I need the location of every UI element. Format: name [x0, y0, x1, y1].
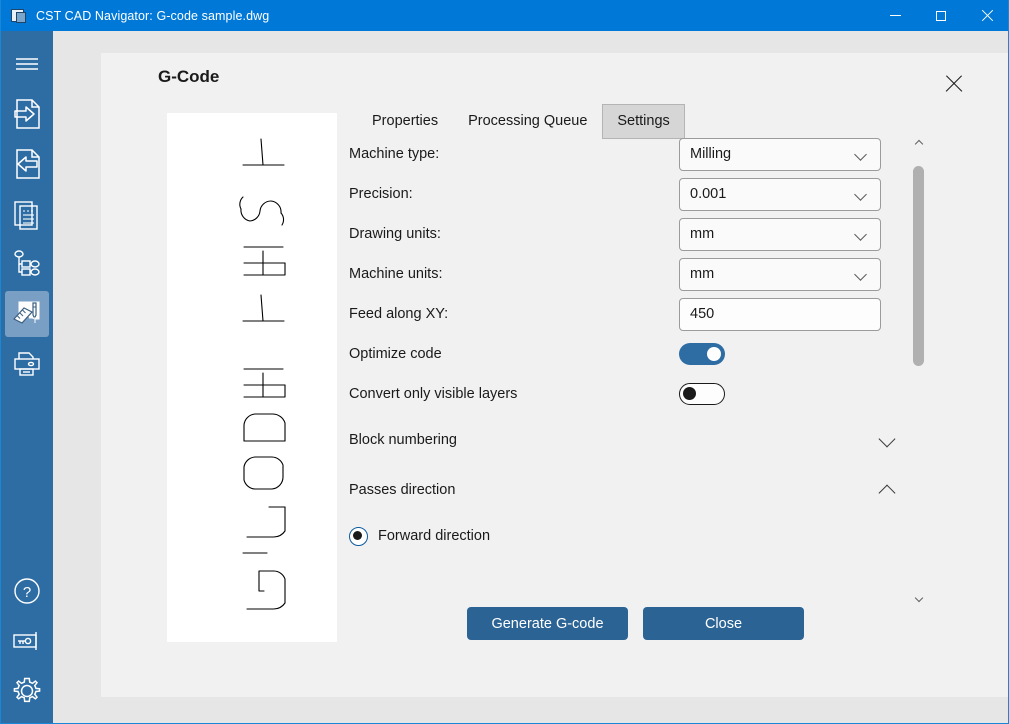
passes-direction-label: Passes direction	[349, 482, 878, 498]
machine-type-row: Machine type: Milling	[349, 137, 912, 171]
drawing-tools-icon	[12, 299, 42, 329]
dialog-title: G-Code	[158, 67, 219, 87]
structure-tree-icon	[12, 248, 42, 280]
export-file-icon	[12, 148, 42, 180]
chevron-up-icon	[878, 481, 896, 499]
feed-along-xy-row: Feed along XY: 450	[349, 297, 912, 331]
chevron-down-icon	[854, 267, 868, 281]
convert-visible-layers-row: Convert only visible layers	[349, 377, 912, 411]
feed-along-xy-input[interactable]: 450	[679, 298, 881, 331]
documents-icon	[12, 198, 42, 230]
window-title: CST CAD Navigator: G-code sample.dwg	[36, 9, 269, 23]
section-block-numbering[interactable]: Block numbering	[341, 420, 904, 460]
import-file-icon	[12, 98, 42, 130]
scrollbar-thumb[interactable]	[913, 166, 924, 366]
feed-along-xy-value: 450	[690, 306, 872, 322]
left-sidebar: ?	[1, 31, 53, 724]
forward-direction-option[interactable]: Forward direction	[349, 521, 749, 551]
section-passes-direction[interactable]: Passes direction	[341, 470, 904, 510]
sidebar-item-license[interactable]	[1, 616, 53, 666]
minimize-icon	[890, 15, 901, 16]
sidebar-item-documents[interactable]	[1, 189, 53, 239]
printer-icon	[12, 349, 42, 379]
title-bar: CST CAD Navigator: G-code sample.dwg	[1, 0, 1009, 31]
feed-along-xy-label: Feed along XY:	[349, 306, 679, 322]
gcode-dialog: G-Code	[101, 53, 1009, 697]
sidebar-item-import[interactable]	[1, 89, 53, 139]
maximize-button[interactable]	[918, 0, 964, 31]
settings-form: Machine type: Milling Precision: 0.001 D…	[349, 137, 912, 607]
sidebar-item-structure[interactable]	[1, 239, 53, 289]
window-close-button[interactable]	[964, 0, 1009, 31]
close-icon	[981, 10, 993, 22]
tab-processing-queue[interactable]: Processing Queue	[453, 104, 602, 139]
sidebar-item-help[interactable]: ?	[1, 566, 53, 616]
optimize-code-label: Optimize code	[349, 346, 679, 362]
settings-gear-icon	[12, 676, 42, 706]
svg-text:?: ?	[23, 584, 31, 601]
menu-icon	[14, 55, 40, 73]
radio-selected-icon	[349, 527, 368, 546]
settings-scrollbar[interactable]	[911, 135, 926, 607]
drawing-units-value: mm	[690, 226, 854, 242]
scroll-down-icon	[914, 594, 922, 602]
scroll-up-button[interactable]	[911, 135, 926, 150]
convert-visible-layers-label: Convert only visible layers	[349, 386, 679, 402]
machine-units-value: mm	[690, 266, 854, 282]
minimize-button[interactable]	[872, 0, 918, 31]
dialog-close-button[interactable]	[938, 68, 970, 100]
machine-units-label: Machine units:	[349, 266, 679, 282]
chevron-down-icon	[854, 227, 868, 241]
sidebar-item-drawing-tools[interactable]	[1, 289, 53, 339]
close-dialog-button[interactable]: Close	[643, 607, 804, 640]
machine-type-label: Machine type:	[349, 146, 679, 162]
chevron-down-icon	[878, 431, 896, 449]
scrollbar-track[interactable]	[911, 150, 926, 592]
machine-type-value: Milling	[690, 146, 854, 162]
precision-label: Precision:	[349, 186, 679, 202]
cad-drawing-preview	[167, 113, 337, 642]
tab-settings[interactable]: Settings	[602, 104, 684, 139]
drawing-units-row: Drawing units: mm	[349, 217, 912, 251]
precision-row: Precision: 0.001	[349, 177, 912, 211]
machine-units-row: Machine units: mm	[349, 257, 912, 291]
sidebar-bottom-group: ?	[1, 566, 53, 716]
chevron-down-icon	[854, 147, 868, 161]
tab-properties[interactable]: Properties	[357, 104, 453, 139]
maximize-icon	[936, 11, 946, 21]
drawing-units-label: Drawing units:	[349, 226, 679, 242]
drawing-units-select[interactable]: mm	[679, 218, 881, 251]
license-key-icon	[11, 627, 43, 655]
convert-visible-layers-toggle[interactable]	[679, 383, 725, 405]
precision-select[interactable]: 0.001	[679, 178, 881, 211]
close-icon	[945, 75, 963, 93]
app-window-icon	[11, 8, 27, 24]
optimize-code-row: Optimize code	[349, 337, 912, 371]
sidebar-item-export[interactable]	[1, 139, 53, 189]
window-controls	[872, 0, 1009, 31]
forward-direction-label: Forward direction	[378, 528, 490, 544]
sidebar-item-settings[interactable]	[1, 666, 53, 716]
dialog-tabs: Properties Processing Queue Settings	[357, 104, 685, 139]
chevron-down-icon	[854, 187, 868, 201]
machine-units-select[interactable]: mm	[679, 258, 881, 291]
machine-type-select[interactable]: Milling	[679, 138, 881, 171]
scroll-up-icon	[914, 140, 922, 148]
block-numbering-label: Block numbering	[349, 432, 878, 448]
precision-value: 0.001	[690, 186, 854, 202]
help-icon: ?	[12, 576, 42, 606]
scroll-down-button[interactable]	[911, 592, 926, 607]
sidebar-item-menu[interactable]	[1, 39, 53, 89]
application-window: CST CAD Navigator: G-code sample.dwg	[0, 0, 1009, 724]
sidebar-item-print[interactable]	[1, 339, 53, 389]
generate-gcode-button[interactable]: Generate G-code	[467, 607, 628, 640]
optimize-code-toggle[interactable]	[679, 343, 725, 365]
